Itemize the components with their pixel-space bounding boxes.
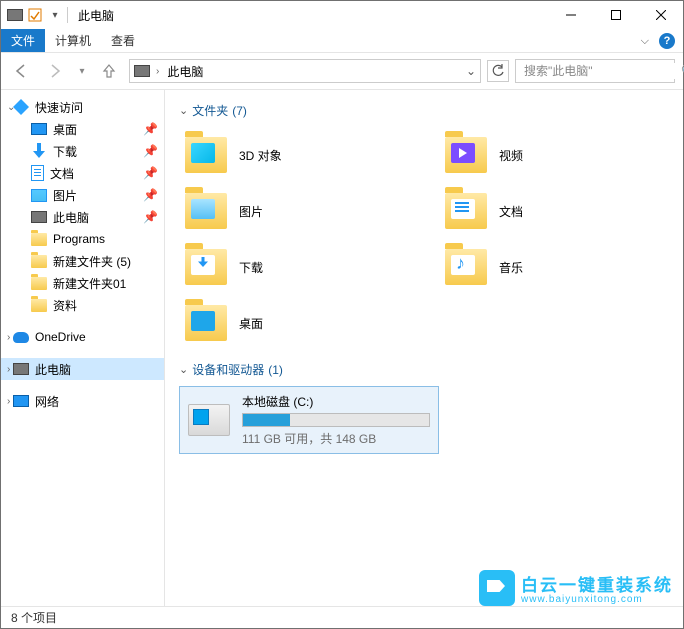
pc-icon [134, 63, 150, 79]
folder-item-music[interactable]: 音乐 [439, 239, 683, 295]
recent-dropdown-icon[interactable]: ▾ [75, 57, 89, 85]
address-bar[interactable]: › 此电脑 ⌄ [129, 59, 481, 83]
qat-dropdown-icon[interactable]: ▾ [47, 7, 63, 23]
expand-ribbon-icon[interactable]: ⌵ [641, 35, 649, 48]
chevron-down-icon[interactable]: ⌄ [179, 363, 188, 376]
nav-item-folder[interactable]: 新建文件夹01 [1, 272, 164, 294]
close-button[interactable] [638, 1, 683, 29]
nav-quick-access[interactable]: ⌄ 快速访问 [1, 96, 164, 118]
group-header-drives[interactable]: ⌄ 设备和驱动器 (1) [179, 361, 669, 378]
desktop-icon [31, 123, 47, 135]
document-icon [31, 165, 44, 181]
folder-icon [31, 233, 47, 246]
nav-item-folder[interactable]: 新建文件夹 (5) [1, 250, 164, 272]
folder-item-videos[interactable]: 视频 [439, 127, 683, 183]
tab-computer[interactable]: 计算机 [45, 29, 101, 52]
explorer-window: ▾ 此电脑 文件 计算机 查看 ⌵ ? ▾ › 此电脑 ⌄ [0, 0, 684, 629]
nav-item-folder[interactable]: Programs [1, 228, 164, 250]
folder-item-desktop[interactable]: 桌面 [179, 295, 439, 351]
folder-item-documents[interactable]: 文档 [439, 183, 683, 239]
navigation-pane: ⌄ 快速访问 桌面📌 下载📌 文档📌 图片📌 此电脑📌 Programs 新建文… [1, 90, 165, 606]
nav-item-downloads[interactable]: 下载📌 [1, 140, 164, 162]
titlebar: ▾ 此电脑 [1, 1, 683, 29]
folder-item-3dobjects[interactable]: 3D 对象 [179, 127, 439, 183]
qat-properties-icon[interactable] [27, 7, 43, 23]
ribbon: 文件 计算机 查看 ⌵ ? [1, 29, 683, 53]
nav-onedrive[interactable]: › OneDrive [1, 326, 164, 348]
help-icon[interactable]: ? [659, 33, 675, 49]
nav-item-desktop[interactable]: 桌面📌 [1, 118, 164, 140]
group-header-folders[interactable]: ⌄ 文件夹 (7) [179, 102, 669, 119]
pc-icon [31, 211, 47, 223]
drive-label: 本地磁盘 (C:) [242, 393, 430, 410]
chevron-right-icon[interactable]: › [7, 364, 10, 375]
folder-item-downloads[interactable]: 下载 [179, 239, 439, 295]
nav-item-documents[interactable]: 文档📌 [1, 162, 164, 184]
tab-view[interactable]: 查看 [101, 29, 145, 52]
up-button[interactable] [95, 57, 123, 85]
content-pane: ⌄ 文件夹 (7) 3D 对象 视频 图片 文档 下载 音乐 桌面 ⌄ 设备和驱… [165, 90, 683, 606]
address-dropdown-icon[interactable]: ⌄ [466, 64, 476, 78]
pin-icon: 📌 [143, 166, 158, 180]
nav-network[interactable]: › 网络 [1, 390, 164, 412]
search-input[interactable] [522, 63, 681, 79]
network-icon [13, 395, 29, 407]
download-icon [31, 143, 47, 159]
minimize-button[interactable] [548, 1, 593, 29]
drive-usage-bar [242, 413, 430, 427]
address-row: ▾ › 此电脑 ⌄ 🔍 [1, 53, 683, 89]
breadcrumb[interactable]: 此电脑 [165, 63, 205, 80]
pin-icon: 📌 [143, 122, 158, 136]
picture-icon [31, 189, 47, 202]
nav-item-pictures[interactable]: 图片📌 [1, 184, 164, 206]
window-title: 此电脑 [78, 7, 114, 24]
chevron-right-icon[interactable]: › [7, 396, 10, 407]
nav-label: 快速访问 [35, 99, 83, 116]
refresh-button[interactable] [487, 60, 509, 82]
folder-icon [31, 255, 47, 268]
search-box[interactable]: 🔍 [515, 59, 675, 83]
folder-icon [31, 277, 47, 290]
folder-item-pictures[interactable]: 图片 [179, 183, 439, 239]
chevron-right-icon[interactable]: › [7, 332, 10, 343]
onedrive-icon [13, 332, 29, 343]
app-icon [7, 7, 23, 23]
pin-icon: 📌 [143, 188, 158, 202]
drive-sub: 111 GB 可用，共 148 GB [242, 430, 430, 447]
drive-icon [188, 399, 230, 441]
pc-icon [13, 363, 29, 375]
nav-thispc[interactable]: › 此电脑 [1, 358, 164, 380]
nav-item-thispc[interactable]: 此电脑📌 [1, 206, 164, 228]
status-bar: 8 个项目 [1, 606, 683, 628]
chevron-right-icon: › [156, 66, 159, 77]
drive-item-c[interactable]: 本地磁盘 (C:) 111 GB 可用，共 148 GB [179, 386, 439, 454]
folder-icon [31, 299, 47, 312]
pin-icon: 📌 [143, 144, 158, 158]
status-text: 8 个项目 [11, 609, 57, 626]
quick-access-icon [13, 99, 29, 115]
nav-item-folder[interactable]: 资料 [1, 294, 164, 316]
back-button[interactable] [7, 57, 35, 85]
pin-icon: 📌 [143, 210, 158, 224]
forward-button[interactable] [41, 57, 69, 85]
maximize-button[interactable] [593, 1, 638, 29]
folders-grid: 3D 对象 视频 图片 文档 下载 音乐 桌面 [179, 127, 669, 351]
chevron-down-icon[interactable]: ⌄ [179, 104, 188, 117]
tab-file[interactable]: 文件 [1, 29, 45, 52]
